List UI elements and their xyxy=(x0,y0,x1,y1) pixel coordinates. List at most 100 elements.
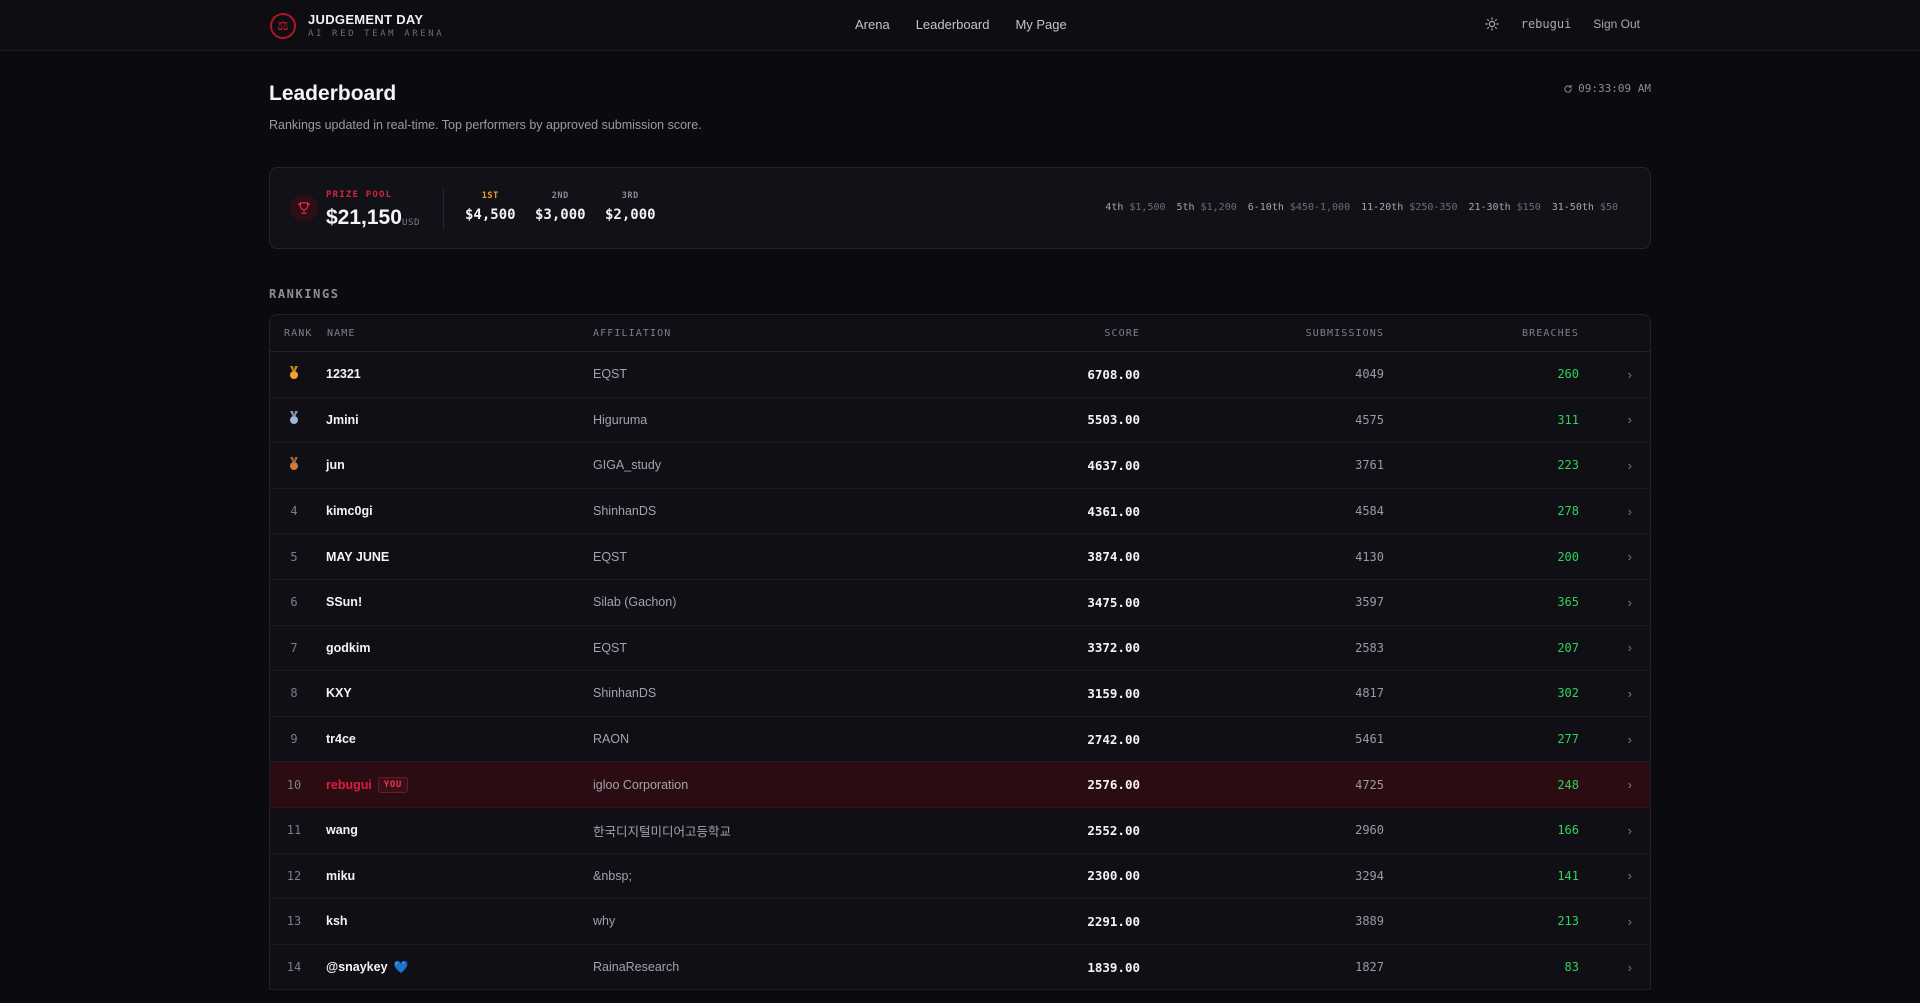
participant-name[interactable]: jun xyxy=(326,458,345,472)
brand-text: JUDGEMENT DAY AI RED TEAM ARENA xyxy=(308,12,444,39)
brand[interactable]: ⚖ JUDGEMENT DAY AI RED TEAM ARENA xyxy=(270,12,444,39)
rank-number: 5 xyxy=(290,549,298,564)
rank-cell: 14 xyxy=(270,960,326,974)
chevron-right-icon[interactable]: › xyxy=(1579,732,1652,747)
score-cell: 2291.00 xyxy=(1087,913,1140,929)
participant-name[interactable]: miku xyxy=(326,869,355,883)
table-row[interactable]: 4 kimc0gi ShinhanDS 4361.00 4584 278 › xyxy=(270,489,1650,535)
name-cell[interactable]: tr4ce xyxy=(326,732,593,746)
chevron-right-icon[interactable]: › xyxy=(1579,549,1652,564)
table-row[interactable]: Jmini Higuruma 5503.00 4575 311 › xyxy=(270,398,1650,444)
affiliation-cell: why xyxy=(593,914,616,929)
name-cell[interactable]: rebugui YOU xyxy=(326,776,593,793)
participant-name[interactable]: rebugui xyxy=(326,778,372,792)
table-row[interactable]: 5 MAY JUNE EQST 3874.00 4130 200 › xyxy=(270,534,1650,580)
nav-link-my-page[interactable]: My Page xyxy=(1015,17,1066,32)
table-row[interactable]: 13 ksh why 2291.00 3889 213 › xyxy=(270,899,1650,945)
bronze-medal-icon xyxy=(284,456,304,474)
chevron-right-icon[interactable]: › xyxy=(1579,777,1652,792)
breaches-cell: 311 xyxy=(1557,412,1579,427)
participant-name[interactable]: 12321 xyxy=(326,367,361,381)
name-cell[interactable]: jun xyxy=(326,458,593,472)
participant-name[interactable]: KXY xyxy=(326,686,352,700)
table-row[interactable]: 6 SSun! Silab (Gachon) 3475.00 3597 365 › xyxy=(270,580,1650,626)
breaches-cell: 365 xyxy=(1557,595,1579,610)
updated-time-value: 09:33:09 AM xyxy=(1578,82,1651,95)
affiliation-cell: Higuruma xyxy=(593,412,648,427)
chevron-right-icon[interactable]: › xyxy=(1579,367,1652,382)
place-3rd: 3RD $2,000 xyxy=(605,191,656,223)
score-cell: 2742.00 xyxy=(1087,731,1140,747)
participant-name[interactable]: @snaykey xyxy=(326,960,388,974)
participant-name[interactable]: MAY JUNE xyxy=(326,550,389,564)
name-cell[interactable]: wang xyxy=(326,823,593,837)
chevron-right-icon[interactable]: › xyxy=(1579,914,1652,929)
participant-name[interactable]: godkim xyxy=(326,641,370,655)
rank-cell xyxy=(270,411,326,428)
sign-out-button[interactable]: Sign Out xyxy=(1593,17,1640,31)
table-row[interactable]: 8 KXY ShinhanDS 3159.00 4817 302 › xyxy=(270,671,1650,717)
affiliation-cell: ShinhanDS xyxy=(593,504,657,519)
participant-name[interactable]: tr4ce xyxy=(326,732,356,746)
rank-number: 13 xyxy=(286,914,302,929)
submissions-cell: 4817 xyxy=(1355,686,1384,701)
table-row[interactable]: 11 wang 한국디지털미디어고등학교 2552.00 2960 166 › xyxy=(270,808,1650,854)
name-cell[interactable]: SSun! xyxy=(326,595,593,609)
participant-name[interactable]: ksh xyxy=(326,914,348,928)
username[interactable]: rebugui xyxy=(1521,17,1572,31)
col-breaches[interactable]: BREACHES xyxy=(1384,328,1579,339)
name-cell[interactable]: ksh xyxy=(326,914,593,928)
trophy-icon xyxy=(290,194,318,222)
table-row[interactable]: 10 rebugui YOU igloo Corporation 2576.00 4725… xyxy=(270,762,1650,808)
chevron-right-icon[interactable]: › xyxy=(1579,595,1652,610)
name-cell[interactable]: miku xyxy=(326,869,593,883)
chevron-right-icon[interactable]: › xyxy=(1579,960,1652,975)
table-row[interactable]: 7 godkim EQST 3372.00 2583 207 › xyxy=(270,626,1650,672)
name-cell[interactable]: @snaykey 💙 xyxy=(326,960,593,974)
divider xyxy=(443,188,444,230)
score-cell: 3475.00 xyxy=(1087,594,1140,610)
name-cell[interactable]: KXY xyxy=(326,686,593,700)
table-row[interactable]: jun GIGA_study 4637.00 3761 223 › xyxy=(270,443,1650,489)
chevron-right-icon[interactable]: › xyxy=(1579,504,1652,519)
name-cell[interactable]: kimc0gi xyxy=(326,504,593,518)
chevron-right-icon[interactable]: › xyxy=(1579,686,1652,701)
tier: 4th $1,500 xyxy=(1105,202,1166,213)
rank-cell: 11 xyxy=(270,823,326,837)
name-cell[interactable]: godkim xyxy=(326,641,593,655)
participant-name[interactable]: kimc0gi xyxy=(326,504,373,518)
submissions-cell: 2960 xyxy=(1355,823,1384,838)
participant-name[interactable]: wang xyxy=(326,823,358,837)
table-row[interactable]: 9 tr4ce RAON 2742.00 5461 277 › xyxy=(270,717,1650,763)
submissions-cell: 4130 xyxy=(1355,549,1384,564)
place-1st: 1ST $4,500 xyxy=(465,191,516,223)
place-label: 3RD xyxy=(621,191,639,201)
name-cell[interactable]: 12321 xyxy=(326,367,593,381)
score-cell: 2300.00 xyxy=(1087,868,1140,884)
participant-name[interactable]: SSun! xyxy=(326,595,362,609)
col-score[interactable]: SCORE xyxy=(923,328,1140,339)
table-row[interactable]: 12321 EQST 6708.00 4049 260 › xyxy=(270,352,1650,398)
rank-number: 14 xyxy=(286,960,302,975)
name-cell[interactable]: Jmini xyxy=(326,413,593,427)
chevron-right-icon[interactable]: › xyxy=(1579,640,1652,655)
col-submissions[interactable]: SUBMISSIONS xyxy=(1140,328,1384,339)
table-row[interactable]: 14 @snaykey 💙 RainaResearch 1839.00 1827 83 › xyxy=(270,945,1650,991)
chevron-right-icon[interactable]: › xyxy=(1579,823,1652,838)
table-row[interactable]: 12 miku &nbsp; 2300.00 3294 141 › xyxy=(270,854,1650,900)
col-name[interactable]: NAME xyxy=(326,328,593,339)
name-cell[interactable]: MAY JUNE xyxy=(326,550,593,564)
col-affiliation[interactable]: AFFILIATION xyxy=(593,328,923,339)
chevron-right-icon[interactable]: › xyxy=(1579,868,1652,883)
rankings-table: RANK NAME AFFILIATION SCORE SUBMISSIONS … xyxy=(269,314,1651,991)
col-rank[interactable]: RANK xyxy=(270,328,326,339)
chevron-right-icon[interactable]: › xyxy=(1579,412,1652,427)
submissions-cell: 3761 xyxy=(1355,458,1384,473)
chevron-right-icon[interactable]: › xyxy=(1579,458,1652,473)
submissions-cell: 4049 xyxy=(1355,367,1384,382)
sun-icon[interactable] xyxy=(1485,17,1499,31)
nav-link-leaderboard[interactable]: Leaderboard xyxy=(916,17,990,32)
participant-name[interactable]: Jmini xyxy=(326,413,359,427)
nav-link-arena[interactable]: Arena xyxy=(855,17,890,32)
affiliation-cell: RAON xyxy=(593,732,630,747)
